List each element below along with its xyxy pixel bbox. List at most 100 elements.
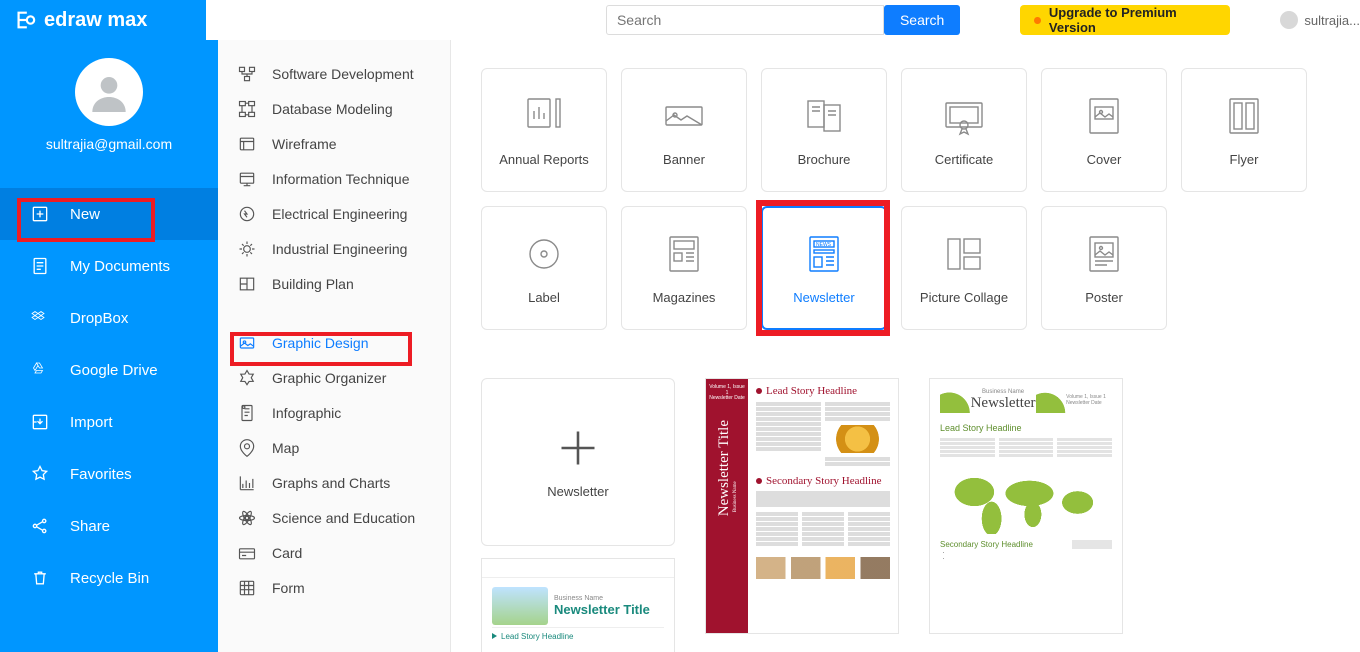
- tile-newsletter[interactable]: NEWSNewsletter: [761, 206, 887, 330]
- template-new-blank-label: Newsletter: [547, 484, 608, 499]
- user-avatar-icon: [1280, 11, 1298, 29]
- content-area: Annual ReportsBannerBrochureCertificate C…: [451, 40, 1360, 652]
- category-group-a: Software Development Database Modeling Wir…: [218, 56, 450, 301]
- tile-annual-reports[interactable]: Annual Reports: [481, 68, 607, 192]
- tile-picture-collage[interactable]: Picture Collage: [901, 206, 1027, 330]
- category-item-graphs-charts[interactable]: Graphs and Charts: [218, 465, 450, 500]
- user-menu[interactable]: sultrajia...: [1280, 11, 1360, 29]
- category-item-building[interactable]: Building Plan: [218, 266, 450, 301]
- category-item-graphic-design[interactable]: Graphic Design: [218, 325, 450, 360]
- animals-icon: [756, 557, 890, 579]
- tpl3-lead: Lead Story Headline: [940, 423, 1112, 433]
- template-preview-2[interactable]: Volume 1, Issue 1 Newsletter Date Newsle…: [705, 378, 899, 634]
- category-item-map[interactable]: Map: [218, 430, 450, 465]
- category-label: Graphic Design: [272, 335, 369, 351]
- profile: sultrajia@gmail.com: [0, 40, 218, 164]
- template-preview-3[interactable]: Business Name Newsletter Volume 1, Issue…: [929, 378, 1123, 634]
- tile-brochure[interactable]: Brochure: [761, 68, 887, 192]
- logo-icon: [14, 9, 36, 31]
- tile-cover[interactable]: Cover: [1041, 68, 1167, 192]
- category-item-form[interactable]: Form: [218, 570, 450, 605]
- tpl2-lead: Lead Story Headline: [756, 385, 890, 397]
- category-item-graphic-organizer[interactable]: Graphic Organizer: [218, 360, 450, 395]
- db-modeling-icon: [236, 98, 258, 120]
- category-label: Industrial Engineering: [272, 241, 407, 257]
- user-short-name: sultrajia...: [1304, 13, 1360, 28]
- plus-icon: [556, 426, 600, 470]
- category-item-card[interactable]: Card: [218, 535, 450, 570]
- sidebar-item-import[interactable]: Import: [0, 396, 218, 448]
- category-item-software-dev[interactable]: Software Development: [218, 56, 450, 91]
- infographic-icon: [236, 402, 258, 424]
- sidebar-item-share[interactable]: Share: [0, 500, 218, 552]
- search-input[interactable]: [606, 5, 884, 35]
- cover-icon: [1082, 94, 1126, 138]
- sidebar-item-label: Import: [70, 414, 113, 431]
- graphic-organizer-icon: [236, 367, 258, 389]
- sidebar: sultrajia@gmail.com NewMy Documents DropB…: [0, 40, 218, 652]
- poster-icon: [1082, 232, 1126, 276]
- tile-label[interactable]: Label: [481, 206, 607, 330]
- card-icon: [236, 542, 258, 564]
- tile-label: Cover: [1087, 152, 1122, 167]
- category-label: Science and Education: [272, 510, 415, 526]
- category-item-electrical[interactable]: Electrical Engineering: [218, 196, 450, 231]
- gdrive-icon: [30, 360, 50, 380]
- avatar[interactable]: [75, 58, 143, 126]
- upgrade-button[interactable]: Upgrade to Premium Version: [1020, 5, 1230, 35]
- sidebar-item-dropbox[interactable]: DropBox: [0, 292, 218, 344]
- category-item-industrial[interactable]: Industrial Engineering: [218, 231, 450, 266]
- sidebar-item-recycle[interactable]: Recycle Bin: [0, 552, 218, 604]
- category-label: Database Modeling: [272, 101, 393, 117]
- category-item-science-edu[interactable]: Science and Education: [218, 500, 450, 535]
- sidebar-item-favorites[interactable]: Favorites: [0, 448, 218, 500]
- ginkgo-icon: [1036, 387, 1067, 413]
- category-label: Electrical Engineering: [272, 206, 407, 222]
- category-item-db-modeling[interactable]: Database Modeling: [218, 91, 450, 126]
- category-item-info-technique[interactable]: Information Technique: [218, 161, 450, 196]
- flyer-icon: [1222, 94, 1266, 138]
- tile-magazines[interactable]: Magazines: [621, 206, 747, 330]
- sidebar-item-mydocs[interactable]: My Documents: [0, 240, 218, 292]
- tile-label: Picture Collage: [920, 290, 1008, 305]
- svg-text:NEWS: NEWS: [816, 242, 832, 248]
- tpl1-lead: Lead Story Headline: [492, 632, 664, 641]
- tile-label: Flyer: [1230, 152, 1259, 167]
- sidebar-item-gdrive[interactable]: Google Drive: [0, 344, 218, 396]
- category-item-infographic[interactable]: Infographic: [218, 395, 450, 430]
- category-label: Card: [272, 545, 302, 561]
- lion-icon: [825, 425, 890, 453]
- sidebar-item-label: Share: [70, 518, 110, 535]
- tile-label: Poster: [1085, 290, 1123, 305]
- tpl2-volume: Volume 1, Issue 1 Newsletter Date: [708, 385, 746, 402]
- tpl3-title: Newsletter: [971, 395, 1036, 412]
- annual-reports-icon: [522, 94, 566, 138]
- tpl2-title-vertical: Newsletter Title Business Name: [716, 420, 738, 516]
- category-label: Form: [272, 580, 305, 596]
- template-preview-1[interactable]: Business Name Newsletter Title Lead Stor…: [481, 558, 675, 652]
- user-email: sultrajia@gmail.com: [0, 136, 218, 152]
- sidebar-item-new[interactable]: New: [0, 188, 218, 240]
- tpl1-business-name: Business Name: [554, 595, 650, 602]
- building-icon: [236, 273, 258, 295]
- tile-certificate[interactable]: Certificate: [901, 68, 1027, 192]
- category-item-wireframe[interactable]: Wireframe: [218, 126, 450, 161]
- tile-poster[interactable]: Poster: [1041, 206, 1167, 330]
- category-label: Information Technique: [272, 171, 410, 187]
- category-group-b: Graphic Design Graphic OrganizerInfograph…: [218, 325, 450, 605]
- tile-flyer[interactable]: Flyer: [1181, 68, 1307, 192]
- template-new-blank[interactable]: Newsletter: [481, 378, 675, 546]
- templates-row: Newsletter Volume 1, Issue 1 Newsletter …: [481, 378, 1330, 634]
- mountains-icon: [492, 587, 548, 625]
- sidebar-item-label: DropBox: [70, 310, 128, 327]
- tile-banner[interactable]: Banner: [621, 68, 747, 192]
- ginkgo-icon: [940, 387, 971, 413]
- magazines-icon: [662, 232, 706, 276]
- template-type-grid: Annual ReportsBannerBrochureCertificate C…: [481, 68, 1330, 330]
- category-label: Building Plan: [272, 276, 354, 292]
- search-button[interactable]: Search: [884, 5, 960, 35]
- sidebar-item-label: Favorites: [70, 466, 132, 483]
- category-label: Map: [272, 440, 299, 456]
- tpl3-meta: Volume 1, Issue 1 Newsletter Date: [1066, 394, 1112, 406]
- sidebar-item-label: Google Drive: [70, 362, 158, 379]
